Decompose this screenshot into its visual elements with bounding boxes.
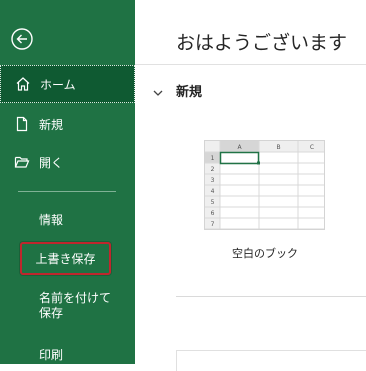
section-title-new: 新規 <box>176 85 203 100</box>
sidebar-item-label: 上書き保存 <box>35 252 96 266</box>
row-header: 5 <box>211 199 215 206</box>
column-header: B <box>276 144 280 151</box>
sidebar-item-save[interactable]: 上書き保存 <box>20 242 111 275</box>
sidebar-item-new[interactable]: 新規 <box>0 106 135 142</box>
row-header: 4 <box>211 188 215 195</box>
backstage-sidebar: ホーム 新規 開く 情報 上書き保存 名前を付けて保存 印刷 <box>0 0 135 364</box>
sidebar-item-print[interactable]: 印刷 <box>39 346 63 363</box>
page-title: おはようございます <box>176 32 348 54</box>
header-divider <box>135 64 366 65</box>
sidebar-item-label: ホーム <box>40 77 76 92</box>
back-arrow-icon[interactable] <box>11 28 33 50</box>
sidebar-item-home[interactable]: ホーム <box>0 65 135 103</box>
template-label-blank-workbook[interactable]: 空白のブック <box>232 245 298 261</box>
row-header: 7 <box>211 221 215 228</box>
column-header: C <box>310 144 314 151</box>
new-document-icon <box>14 116 30 132</box>
sidebar-item-open[interactable]: 開く <box>0 144 135 180</box>
row-header: 2 <box>211 166 215 173</box>
row-header: 6 <box>211 210 215 217</box>
sidebar-item-info[interactable]: 情報 <box>39 211 63 228</box>
row-header: 3 <box>211 177 215 184</box>
folder-open-icon <box>14 154 30 170</box>
section-divider <box>176 296 366 297</box>
row-header: 1 <box>211 155 215 162</box>
sidebar-item-save-as[interactable]: 名前を付けて保存 <box>39 291 119 321</box>
sidebar-item-label: 開く <box>39 155 64 170</box>
search-box-partial[interactable] <box>176 350 366 371</box>
home-icon <box>15 76 31 92</box>
sidebar-item-label: 新規 <box>39 117 64 132</box>
spreadsheet-preview: A B C 1 2 3 4 5 6 7 <box>205 141 324 229</box>
blank-workbook-thumbnail[interactable]: A B C 1 2 3 4 5 6 7 <box>204 140 325 230</box>
sidebar-divider <box>18 191 116 192</box>
chevron-down-icon[interactable] <box>152 84 164 96</box>
